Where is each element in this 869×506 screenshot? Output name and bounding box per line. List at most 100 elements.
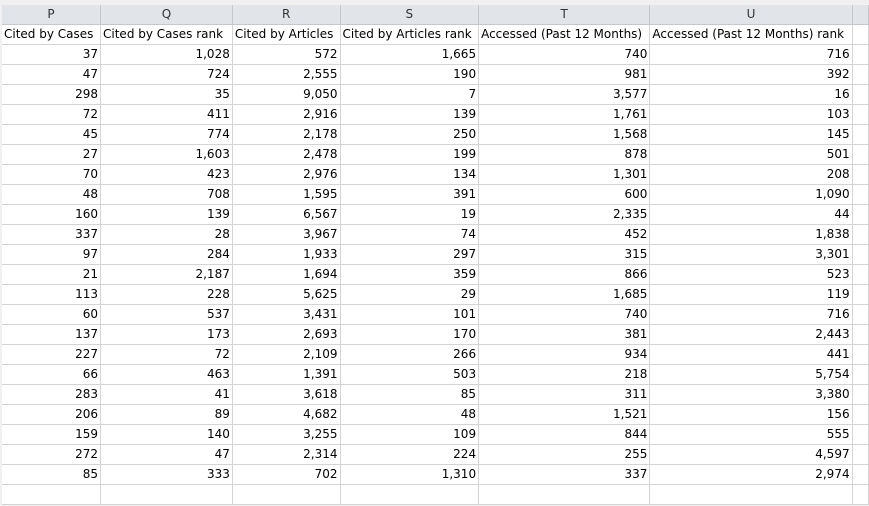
cell-q[interactable]: 1,603	[100, 144, 233, 165]
field-label-cell[interactable]: Cited by Articles	[232, 24, 341, 45]
cell-u[interactable]: 4,597	[649, 444, 853, 465]
cell[interactable]	[852, 44, 869, 65]
cell-r[interactable]: 2,478	[232, 144, 341, 165]
cell-t[interactable]: 600	[478, 184, 651, 205]
cell-r[interactable]: 3,431	[232, 304, 341, 325]
cell[interactable]	[852, 424, 869, 445]
cell-u[interactable]: 145	[649, 124, 853, 145]
cell-u[interactable]: 3,380	[649, 384, 853, 405]
cell-r[interactable]: 3,967	[232, 224, 341, 245]
cell-u[interactable]: 44	[649, 204, 853, 225]
cell[interactable]	[852, 244, 869, 265]
cell-r[interactable]: 2,178	[232, 124, 341, 145]
cell-u[interactable]: 1,090	[649, 184, 853, 205]
cell-p[interactable]: 160	[2, 204, 102, 225]
cell-s[interactable]: 29	[340, 284, 480, 305]
cell[interactable]	[852, 444, 869, 465]
cell-q[interactable]: 463	[100, 364, 233, 385]
cell-s[interactable]: 391	[340, 184, 480, 205]
cell[interactable]	[852, 384, 869, 405]
cell-u[interactable]: 716	[649, 44, 853, 65]
cell-u[interactable]: 156	[649, 404, 853, 425]
cell-t[interactable]: 844	[478, 424, 651, 445]
cell-t[interactable]: 1,568	[478, 124, 651, 145]
cell-q[interactable]: 708	[100, 184, 233, 205]
cell-p[interactable]: 272	[2, 444, 102, 465]
cell-t[interactable]: 1,521	[478, 404, 651, 425]
cell-p[interactable]: 283	[2, 384, 102, 405]
cell-r[interactable]: 2,314	[232, 444, 341, 465]
cell-q[interactable]: 228	[100, 284, 233, 305]
cell-p[interactable]: 337	[2, 224, 102, 245]
cell[interactable]	[852, 24, 869, 45]
cell-q[interactable]: 537	[100, 304, 233, 325]
cell-t[interactable]: 311	[478, 384, 651, 405]
cell-u[interactable]: 2,974	[649, 464, 853, 485]
cell-t[interactable]: 255	[478, 444, 651, 465]
cell-t[interactable]: 981	[478, 64, 651, 85]
column-header-s[interactable]: S	[340, 5, 480, 25]
cell-q[interactable]: 139	[100, 204, 233, 225]
cell-t[interactable]: 2,335	[478, 204, 651, 225]
cell-p[interactable]: 137	[2, 324, 102, 345]
cell-s[interactable]: 199	[340, 144, 480, 165]
cell-t[interactable]: 337	[478, 464, 651, 485]
cell-u[interactable]: 119	[649, 284, 853, 305]
cell-u[interactable]: 392	[649, 64, 853, 85]
cell-r[interactable]: 6,567	[232, 204, 341, 225]
cell-u[interactable]: 208	[649, 164, 853, 185]
cell-s[interactable]: 224	[340, 444, 480, 465]
cell-t[interactable]: 1,761	[478, 104, 651, 125]
cell-q[interactable]: 89	[100, 404, 233, 425]
cell-s[interactable]: 1,310	[340, 464, 480, 485]
cell[interactable]	[852, 144, 869, 165]
field-label-cell[interactable]: Accessed (Past 12 Months)	[478, 24, 651, 45]
cell-q[interactable]: 35	[100, 84, 233, 105]
cell[interactable]	[852, 224, 869, 245]
field-label-cell[interactable]: Accessed (Past 12 Months) rank	[649, 24, 853, 45]
cell-r[interactable]: 1,391	[232, 364, 341, 385]
cell-t[interactable]: 218	[478, 364, 651, 385]
cell-u[interactable]: 501	[649, 144, 853, 165]
cell-r[interactable]: 5,625	[232, 284, 341, 305]
cell-p[interactable]: 60	[2, 304, 102, 325]
cell[interactable]	[852, 64, 869, 85]
cell-r[interactable]: 9,050	[232, 84, 341, 105]
cell-u[interactable]: 103	[649, 104, 853, 125]
cell-p[interactable]: 298	[2, 84, 102, 105]
cell-q[interactable]: 47	[100, 444, 233, 465]
cell[interactable]	[852, 204, 869, 225]
cell-p[interactable]: 45	[2, 124, 102, 145]
cell-u[interactable]: 523	[649, 264, 853, 285]
cell-s[interactable]: 250	[340, 124, 480, 145]
cell-q[interactable]: 72	[100, 344, 233, 365]
column-header-u[interactable]: U	[649, 5, 853, 25]
column-header-r[interactable]: R	[232, 5, 341, 25]
cell-p[interactable]: 113	[2, 284, 102, 305]
cell-s[interactable]: 297	[340, 244, 480, 265]
cell-q[interactable]: 774	[100, 124, 233, 145]
cell[interactable]	[649, 484, 853, 505]
cell-s[interactable]: 74	[340, 224, 480, 245]
cell-t[interactable]: 1,685	[478, 284, 651, 305]
cell-q[interactable]: 333	[100, 464, 233, 485]
cell-s[interactable]: 19	[340, 204, 480, 225]
field-label-cell[interactable]: Cited by Cases rank	[100, 24, 233, 45]
cell-t[interactable]: 740	[478, 44, 651, 65]
cell-q[interactable]: 423	[100, 164, 233, 185]
cell-q[interactable]: 41	[100, 384, 233, 405]
cell[interactable]	[852, 304, 869, 325]
cell[interactable]	[852, 124, 869, 145]
cell-q[interactable]: 140	[100, 424, 233, 445]
column-header-t[interactable]: T	[478, 5, 651, 25]
cell[interactable]	[232, 484, 341, 505]
cell-r[interactable]: 572	[232, 44, 341, 65]
cell-p[interactable]: 47	[2, 64, 102, 85]
cell-p[interactable]: 37	[2, 44, 102, 65]
cell-s[interactable]: 7	[340, 84, 480, 105]
cell-p[interactable]: 48	[2, 184, 102, 205]
cell-p[interactable]: 97	[2, 244, 102, 265]
cell-t[interactable]: 1,301	[478, 164, 651, 185]
cell[interactable]	[852, 484, 869, 505]
cell[interactable]	[478, 484, 651, 505]
